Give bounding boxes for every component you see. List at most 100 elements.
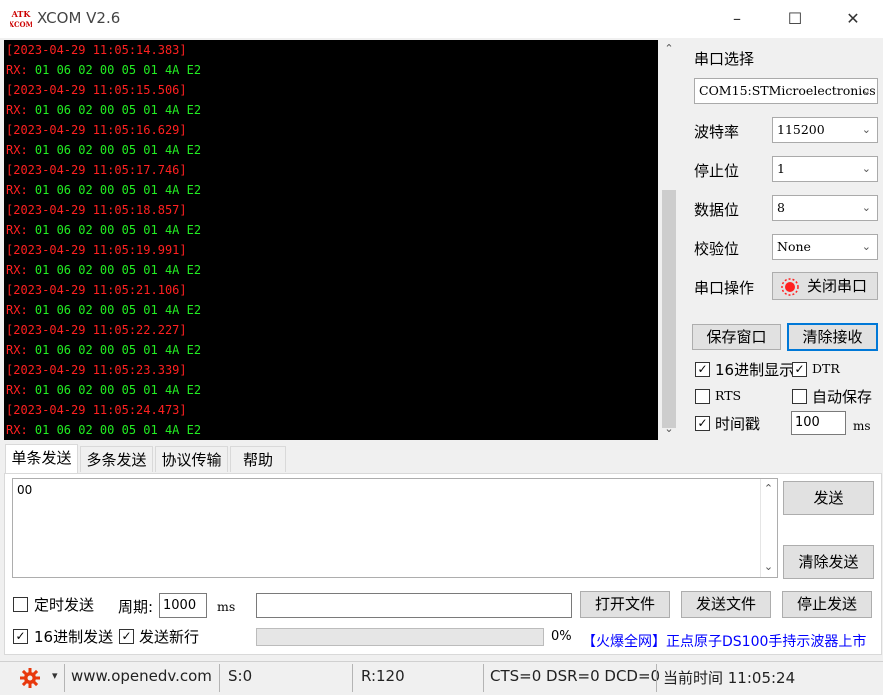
receive-rx-prefix: RX:: [6, 343, 35, 357]
scroll-up-icon[interactable]: ⌃: [658, 42, 680, 55]
send-progress-bar: [256, 628, 544, 646]
hex-display-checkbox[interactable]: ✓: [695, 362, 710, 377]
receive-line: [2023-04-29 11:05:22.227]: [4, 320, 658, 340]
send-scroll-down-icon[interactable]: ⌄: [760, 560, 777, 573]
data-bits-select[interactable]: 8 ⌄: [772, 195, 878, 221]
chevron-down-icon: ⌄: [861, 201, 871, 214]
tab-multi-send[interactable]: 多条发送: [80, 446, 153, 472]
data-bits-label: 数据位: [694, 201, 740, 219]
auto-save-checkbox[interactable]: [792, 389, 807, 404]
receive-line: [2023-04-29 11:05:24.473]: [4, 400, 658, 420]
baud-value: 115200: [777, 122, 825, 137]
status-separator: [483, 664, 484, 692]
receive-line: RX: 01 06 02 00 05 01 4A E2: [4, 220, 658, 240]
status-separator: [219, 664, 220, 692]
receive-rx-prefix: RX:: [6, 223, 35, 237]
port-value: COM15:STMicroelectronics: [699, 83, 876, 98]
scroll-down-icon[interactable]: ⌄: [658, 422, 680, 435]
parity-value: None: [777, 239, 811, 254]
clear-send-button[interactable]: 清除发送: [783, 545, 874, 579]
sent-count: S:0: [228, 667, 253, 685]
receive-line: RX: 01 06 02 00 05 01 4A E2: [4, 300, 658, 320]
stop-bits-select[interactable]: 1 ⌄: [772, 156, 878, 182]
receive-timestamp: [2023-04-29 11:05:16.629]: [6, 123, 187, 137]
port-status-led-icon: [781, 278, 799, 296]
stop-send-button[interactable]: 停止发送: [782, 591, 872, 618]
status-separator: [352, 664, 353, 692]
receive-rx-data: 01 06 02 00 05 01 4A E2: [34, 263, 202, 277]
timed-send-label: 定时发送: [34, 596, 95, 614]
receive-line: [2023-04-29 11:05:16.629]: [4, 120, 658, 140]
receive-timestamp: [2023-04-29 11:05:24.473]: [6, 403, 187, 417]
tab-protocol[interactable]: 协议传输: [155, 446, 228, 472]
hex-send-label: 16进制发送: [34, 628, 114, 646]
baud-select[interactable]: 115200 ⌄: [772, 117, 878, 143]
save-window-button[interactable]: 保存窗口: [692, 324, 781, 350]
port-op-label: 串口操作: [694, 279, 755, 297]
receive-timestamp: [2023-04-29 11:05:23.339]: [6, 363, 187, 377]
port-select[interactable]: COM15:STMicroelectronics ⌄: [694, 78, 878, 104]
timed-send-checkbox[interactable]: [13, 597, 28, 612]
open-file-button[interactable]: 打开文件: [580, 591, 670, 618]
send-scroll-up-icon[interactable]: ⌃: [760, 482, 777, 495]
receive-scroll-thumb[interactable]: [662, 190, 676, 428]
parity-select[interactable]: None ⌄: [772, 234, 878, 260]
chevron-down-icon: ⌄: [861, 123, 871, 136]
receive-timestamp: [2023-04-29 11:05:14.383]: [6, 43, 187, 57]
dtr-label: DTR: [812, 361, 840, 376]
received-count: R:120: [361, 667, 405, 685]
settings-gear-icon[interactable]: [19, 667, 41, 689]
receive-area[interactable]: [2023-04-29 11:05:14.383] RX: 01 06 02 00…: [4, 40, 658, 440]
clear-receive-button[interactable]: 清除接收: [787, 323, 878, 351]
receive-line: RX: 01 06 02 00 05 01 4A E2: [4, 100, 658, 120]
hex-send-checkbox[interactable]: ✓: [13, 629, 28, 644]
receive-rx-prefix: RX:: [6, 63, 35, 77]
period-input[interactable]: 1000: [159, 593, 207, 618]
baud-label: 波特率: [694, 123, 740, 141]
receive-rx-data: 01 06 02 00 05 01 4A E2: [34, 143, 202, 157]
timestamp-label: 时间戳: [715, 415, 761, 433]
receive-line: [2023-04-29 11:05:14.383]: [4, 40, 658, 60]
send-button[interactable]: 发送: [783, 481, 874, 515]
port-select-label: 串口选择: [694, 50, 755, 68]
chevron-down-icon: ⌄: [861, 240, 871, 253]
receive-rx-data: 01 06 02 00 05 01 4A E2: [34, 223, 202, 237]
hex-display-label: 16进制显示: [715, 361, 795, 379]
receive-timestamp: [2023-04-29 11:05:18.857]: [6, 203, 187, 217]
current-time: 当前时间 11:05:24: [663, 669, 796, 687]
file-path-input[interactable]: [256, 593, 572, 618]
rts-checkbox[interactable]: [695, 389, 710, 404]
send-file-button[interactable]: 发送文件: [681, 591, 771, 618]
send-progress-text: 0%: [551, 629, 572, 644]
settings-menu-arrow-icon[interactable]: ▾: [52, 669, 58, 682]
website-link[interactable]: www.openedv.com: [71, 667, 212, 685]
svg-text:ATK: ATK: [11, 9, 32, 19]
receive-timestamp: [2023-04-29 11:05:21.106]: [6, 283, 187, 297]
receive-rx-prefix: RX:: [6, 423, 35, 437]
tab-help[interactable]: 帮助: [230, 446, 286, 472]
app-logo-icon: ATK XCOM: [9, 8, 34, 30]
send-newline-checkbox[interactable]: ✓: [119, 629, 134, 644]
chevron-down-icon: ⌄: [861, 84, 871, 97]
receive-timestamp: [2023-04-29 11:05:22.227]: [6, 323, 187, 337]
receive-rx-data: 01 06 02 00 05 01 4A E2: [34, 303, 202, 317]
receive-rx-data: 01 06 02 00 05 01 4A E2: [34, 343, 202, 357]
period-ms-unit: ms: [217, 599, 236, 614]
close-port-button[interactable]: 关闭串口: [772, 272, 878, 300]
minimize-icon[interactable]: –: [714, 4, 760, 34]
tab-single-send[interactable]: 单条发送: [5, 444, 78, 474]
timestamp-ms-unit: ms: [853, 419, 871, 433]
ad-link[interactable]: 【火爆全网】正点原子DS100手持示波器上市: [582, 631, 866, 651]
receive-timestamp: [2023-04-29 11:05:17.746]: [6, 163, 187, 177]
close-icon[interactable]: ✕: [830, 4, 876, 34]
send-textarea[interactable]: 00: [12, 478, 778, 578]
dtr-checkbox[interactable]: ✓: [792, 362, 807, 377]
timestamp-checkbox[interactable]: ✓: [695, 416, 710, 431]
parity-label: 校验位: [694, 240, 740, 258]
timestamp-interval-input[interactable]: 100: [791, 411, 846, 435]
receive-rx-prefix: RX:: [6, 143, 35, 157]
maximize-icon[interactable]: ☐: [772, 4, 818, 34]
receive-line: [2023-04-29 11:05:18.857]: [4, 200, 658, 220]
receive-timestamp: [2023-04-29 11:05:15.506]: [6, 83, 187, 97]
receive-line: [2023-04-29 11:05:21.106]: [4, 280, 658, 300]
